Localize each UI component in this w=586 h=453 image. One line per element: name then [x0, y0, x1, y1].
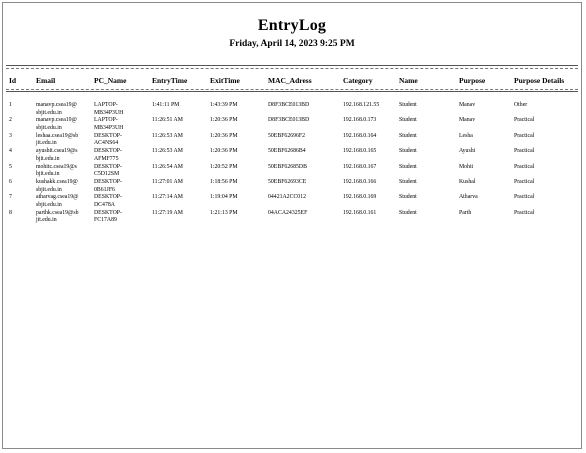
cell-category: 192.168.0.161	[343, 209, 377, 216]
cell-id: 5	[9, 163, 12, 170]
cell-purpose: Parth	[459, 209, 472, 216]
cell-pc-name: DESKTOP- FC17A89	[94, 209, 122, 224]
col-header-pc-name: PC_Name	[94, 76, 127, 85]
cell-entry-time: 1:41:11 PM	[152, 102, 180, 108]
cell-name: Student	[399, 102, 417, 108]
col-header-purpose-details: Purpose Details	[514, 76, 565, 85]
cell-pc-name: LAPTOP- MB34P3UH	[94, 102, 124, 116]
cell-mac-address: 50EBF62686B4	[268, 148, 306, 155]
col-header-exit-time: ExitTime	[210, 76, 240, 85]
header-top-rule	[6, 65, 578, 66]
cell-entry-time: 11:26:54 AM	[152, 163, 183, 170]
cell-exit-time: 1:20:36 PM	[210, 132, 238, 139]
cell-email: atharvag.csea19@ sbjit.edu.in	[36, 194, 79, 208]
cell-purpose-details: Other	[514, 102, 528, 108]
cell-exit-time: 1:20:36 PM	[210, 148, 238, 155]
cell-category: 192.168.0.164	[343, 132, 377, 139]
col-header-id: Id	[9, 76, 17, 85]
cell-name: Student	[399, 179, 417, 185]
cell-purpose-details: Practical	[514, 194, 535, 201]
cell-exit-time: 1:21:13 PM	[210, 209, 238, 216]
cell-entry-time: 11:26:53 AM	[152, 148, 183, 155]
cell-id: 1	[9, 102, 12, 108]
cell-purpose-details: Practical	[514, 132, 535, 139]
cell-category: 192.168.0.166	[343, 179, 377, 185]
cell-category: 192.168.0.165	[343, 148, 377, 155]
report-title: EntryLog	[257, 17, 327, 34]
cell-entry-time: 11:26:53 AM	[152, 132, 183, 139]
cell-email: manavp.csea19@ sbjit.edu.in	[36, 102, 77, 116]
cell-id: 7	[9, 194, 12, 201]
cell-name: Student	[399, 163, 417, 170]
cell-purpose: Atharva	[459, 194, 478, 201]
cell-email: mohitc.csea19@s bjit.edu.in	[36, 163, 77, 178]
cell-purpose-details: Practical	[514, 209, 535, 216]
cell-name: Student	[399, 194, 417, 201]
cell-purpose: Ayushi	[459, 148, 476, 155]
cell-email: parthk.csea19@sb jit.edu.in	[36, 209, 79, 224]
col-header-entry-time: EntryTime	[152, 76, 188, 85]
cell-exit-time: 1:19:04 PM	[210, 194, 238, 201]
cell-mac-address: 50EBF62696F2	[268, 132, 306, 139]
cell-name: Student	[399, 117, 417, 124]
cell-pc-name: DESKTOP- 0B61JF6	[94, 179, 122, 193]
cell-exit-time: 1:43:39 PM	[210, 102, 238, 108]
cell-pc-name: DESKTOP- AFMF775	[94, 148, 122, 162]
col-header-name: Name	[399, 76, 418, 85]
cell-pc-name: DESKTOP- DC478A	[94, 194, 122, 208]
cell-mac-address: 50EBF62685DB	[268, 163, 307, 170]
cell-category: 192.168.121.55	[343, 102, 380, 108]
cell-mac-address: 04421A2CC012	[268, 194, 307, 201]
cell-purpose: Kushal	[459, 179, 476, 185]
cell-exit-time: 1:18:56 PM	[210, 179, 238, 185]
cell-pc-name: DESKTOP- AC4NS64	[94, 132, 122, 147]
cell-id: 6	[9, 179, 12, 185]
col-header-category: Category	[343, 76, 373, 85]
col-header-email: Email	[36, 76, 56, 85]
cell-purpose: Lesha	[459, 132, 473, 139]
cell-email: leshaa.csea19@sb jit.edu.in	[36, 132, 79, 147]
cell-id: 2	[9, 117, 12, 124]
header-top-rule-dashed	[6, 68, 578, 69]
cell-mac-address: 50EBF62693CE	[268, 179, 307, 185]
cell-purpose-details: Practical	[514, 179, 535, 185]
cell-purpose: Manav	[459, 102, 476, 108]
cell-entry-time: 11:27:14 AM	[152, 194, 183, 201]
cell-email: ayushit.csea19@s bjit.edu.in	[36, 148, 78, 162]
col-header-mac-address: MAC_Adress	[268, 76, 312, 85]
header-bottom-rule-dashed	[6, 89, 578, 90]
cell-purpose: Mohit	[459, 163, 474, 170]
cell-category: 192.168.0.173	[343, 117, 377, 124]
cell-exit-time: 1:20:52 PM	[210, 163, 238, 170]
cell-category: 192.168.0.169	[343, 194, 377, 201]
cell-email: kushakk.csea19@ sbjit.edu.in	[36, 179, 78, 193]
col-header-purpose: Purpose	[459, 76, 486, 85]
cell-id: 8	[9, 209, 12, 216]
report-date: Friday, April 14, 2023 9:25 PM	[229, 39, 355, 49]
cell-purpose: Manav	[459, 117, 476, 124]
cell-exit-time: 1:20:36 PM	[210, 117, 238, 124]
cell-entry-time: 11:27:01 AM	[152, 179, 183, 185]
cell-purpose-details: Practical	[514, 163, 535, 170]
report-page: EntryLog Friday, April 14, 2023 9:25 PM …	[2, 2, 582, 449]
cell-id: 3	[9, 132, 12, 139]
cell-purpose-details: Practical	[514, 117, 535, 124]
cell-purpose-details: Practical	[514, 148, 535, 155]
cell-entry-time: 11:26:51 AM	[152, 117, 183, 124]
cell-mac-address: D8F3BCE013BD	[268, 117, 310, 124]
cell-pc-name: LAPTOP- MB34P3UH	[94, 117, 124, 131]
cell-pc-name: DESKTOP- C5D12SM	[94, 163, 122, 178]
cell-mac-address: D8F3BCE013BD	[268, 102, 310, 108]
cell-name: Student	[399, 148, 417, 155]
cell-name: Student	[399, 132, 417, 139]
cell-id: 4	[9, 148, 12, 155]
cell-name: Student	[399, 209, 417, 216]
cell-category: 192.168.0.167	[343, 163, 377, 170]
cell-mac-address: 04ACA24325EF	[268, 209, 308, 216]
cell-entry-time: 11:27:19 AM	[152, 209, 183, 216]
header-bottom-rule	[6, 91, 578, 92]
cell-email: manavp.csea19@ sbjit.edu.in	[36, 117, 77, 131]
